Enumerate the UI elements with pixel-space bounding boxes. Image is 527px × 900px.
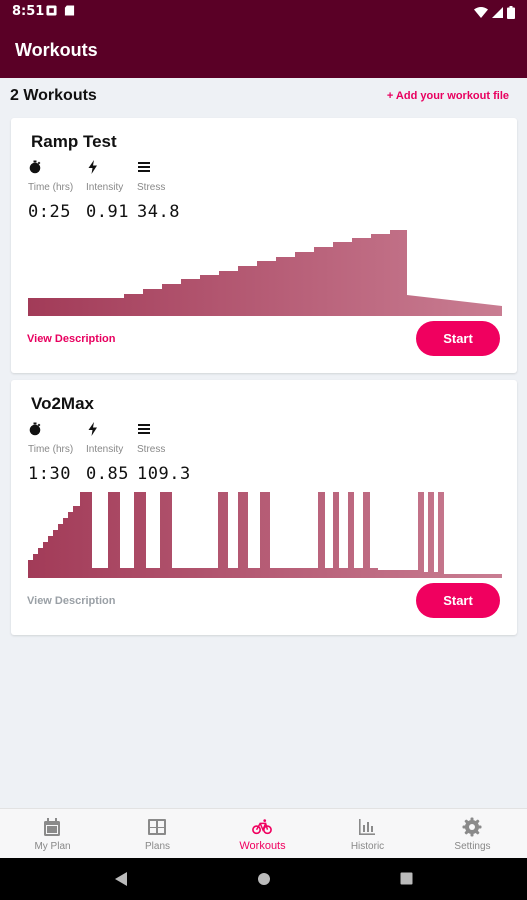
gear-icon [462, 817, 482, 837]
bicycle-icon [252, 819, 272, 835]
metric-label: Time (hrs) [28, 182, 74, 193]
bottom-navigation: My Plan Plans Workouts Historic Settings [0, 808, 527, 858]
metric-label: Intensity [86, 444, 124, 455]
intensity-metric: Intensity 0.91 [86, 160, 128, 222]
app-bar: Workouts [0, 24, 527, 78]
workout-title: Vo2Max [31, 394, 94, 413]
time-metric: Time (hrs) 0:25 [28, 160, 73, 222]
stopwatch-icon [29, 422, 41, 436]
lightning-icon [88, 160, 97, 174]
metric-label: Stress [137, 182, 166, 193]
wifi-icon [474, 6, 488, 18]
metric-value: 0.91 [86, 202, 129, 222]
nav-item-plans[interactable]: Plans [105, 809, 210, 859]
notification-icon [46, 5, 57, 16]
workouts-content: 2 Workouts + Add your workout file Ramp … [0, 78, 527, 808]
status-bar: 8:51 [0, 0, 527, 24]
workout-count: 2 Workouts [10, 87, 97, 104]
view-description-link[interactable]: View Description [27, 333, 115, 345]
nav-item-workouts[interactable]: Workouts [210, 809, 315, 859]
nav-label: Plans [144, 841, 170, 852]
lightning-icon [88, 422, 97, 436]
status-time: 8:51 [12, 4, 45, 19]
intensity-metric: Intensity 0.85 [86, 422, 128, 484]
stress-metric: Stress 109.3 [137, 422, 190, 484]
cell-signal-icon [492, 6, 503, 18]
nav-item-historic[interactable]: Historic [315, 809, 420, 859]
metric-value: 1:30 [28, 464, 71, 484]
nav-label: Historic [350, 841, 385, 852]
metric-value: 109.3 [137, 464, 191, 484]
metric-value: 0.85 [86, 464, 129, 484]
stress-lines-icon [138, 424, 150, 434]
stress-metric: Stress 34.8 [137, 160, 179, 222]
metric-value: 0:25 [28, 202, 71, 222]
workout-card: Vo2Max Time (hrs) 1:30 Intensity 0.85 St… [11, 380, 517, 635]
system-navigation-bar [0, 858, 527, 900]
workout-title: Ramp Test [31, 132, 117, 151]
ramp-test-profile-chart [28, 230, 502, 316]
add-workout-file-link[interactable]: + Add your workout file [387, 90, 509, 102]
metric-label: Intensity [86, 182, 124, 193]
view-description-link[interactable]: View Description [27, 595, 115, 607]
nav-item-settings[interactable]: Settings [420, 809, 525, 859]
nav-label: Settings [454, 841, 491, 852]
home-icon[interactable] [257, 872, 271, 886]
nav-label: My Plan [34, 841, 71, 852]
stress-lines-icon [138, 162, 150, 172]
battery-icon [507, 5, 515, 19]
metric-value: 34.8 [137, 202, 180, 222]
start-button[interactable]: Start [416, 583, 500, 618]
time-metric: Time (hrs) 1:30 [28, 422, 73, 484]
workout-card: Ramp Test Time (hrs) 0:25 Intensity 0.91… [11, 118, 517, 373]
stopwatch-icon [29, 160, 41, 174]
metric-label: Stress [137, 444, 166, 455]
page-title: Workouts [15, 40, 98, 60]
metric-label: Time (hrs) [28, 444, 74, 455]
recents-icon[interactable] [400, 872, 413, 885]
sd-card-icon [64, 5, 75, 16]
back-icon[interactable] [114, 871, 128, 887]
grid-icon [148, 819, 166, 835]
bar-chart-icon [359, 819, 375, 835]
start-button[interactable]: Start [416, 321, 500, 356]
vo2max-profile-chart [28, 492, 502, 578]
nav-item-my-plan[interactable]: My Plan [0, 809, 105, 859]
nav-label: Workouts [239, 840, 286, 852]
calendar-icon [44, 818, 60, 836]
